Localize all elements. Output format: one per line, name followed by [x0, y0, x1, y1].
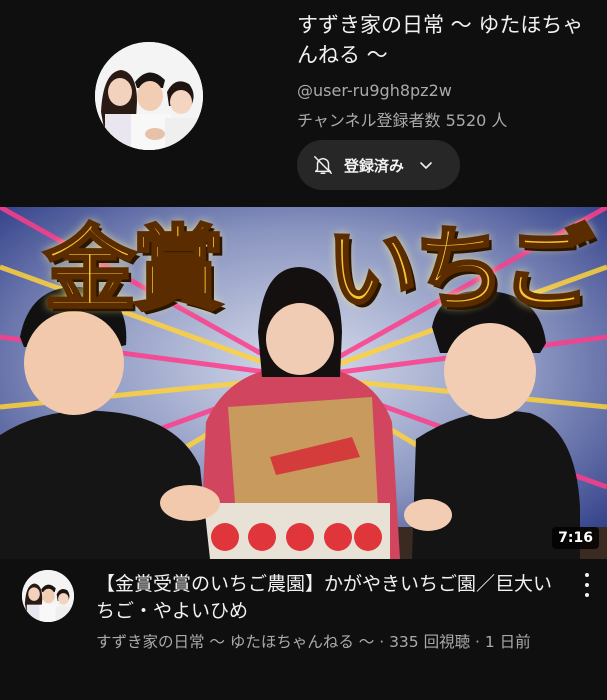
video-title[interactable]: 【金賞受賞のいちご農園】かがやきいちご園／巨大いちご・やよいひめ: [96, 571, 566, 625]
video-byline: すずき家の日常 〜 ゆたほちゃんねる 〜 · 335 回視聴 · 1 日前: [96, 633, 531, 651]
menu-dot: [585, 583, 589, 587]
channel-info: すずき家の日常 〜 ゆたほちゃんねる 〜 @user-ru9gh8pz2w チャ…: [297, 10, 597, 132]
bell-off-icon: [312, 154, 334, 176]
menu-dot: [585, 573, 589, 577]
video-thumbnail[interactable]: 金賞 いちご 7:16: [0, 207, 607, 559]
thumbnail-text-left: 金賞: [42, 215, 225, 325]
video-meta: 【金賞受賞のいちご農園】かがやきいちご園／巨大いちご・やよいひめ すずき家の日常…: [0, 559, 607, 700]
subscribed-button-label: 登録済み: [344, 156, 405, 175]
video-duration-badge: 7:16: [552, 527, 599, 549]
chevron-down-icon: [418, 157, 434, 173]
channel-title[interactable]: すずき家の日常 〜 ゆたほちゃんねる 〜: [297, 10, 597, 70]
subscriber-count: チャンネル登録者数 5520 人: [297, 111, 508, 130]
channel-handle: @user-ru9gh8pz2w: [297, 81, 452, 100]
subscribed-button[interactable]: 登録済み: [297, 140, 460, 190]
video-text: 【金賞受賞のいちご農園】かがやきいちご園／巨大いちご・やよいひめ すずき家の日常…: [96, 571, 566, 654]
channel-header: すずき家の日常 〜 ゆたほちゃんねる 〜 @user-ru9gh8pz2w チャ…: [0, 0, 607, 207]
more-vertical-icon[interactable]: [577, 573, 597, 597]
channel-avatar-image: [95, 42, 203, 150]
menu-dot: [585, 593, 589, 597]
video-channel-avatar-image: [22, 570, 74, 622]
channel-avatar[interactable]: [95, 42, 203, 150]
video-channel-avatar[interactable]: [22, 570, 74, 622]
thumbnail-text-right: いちご: [324, 215, 595, 325]
